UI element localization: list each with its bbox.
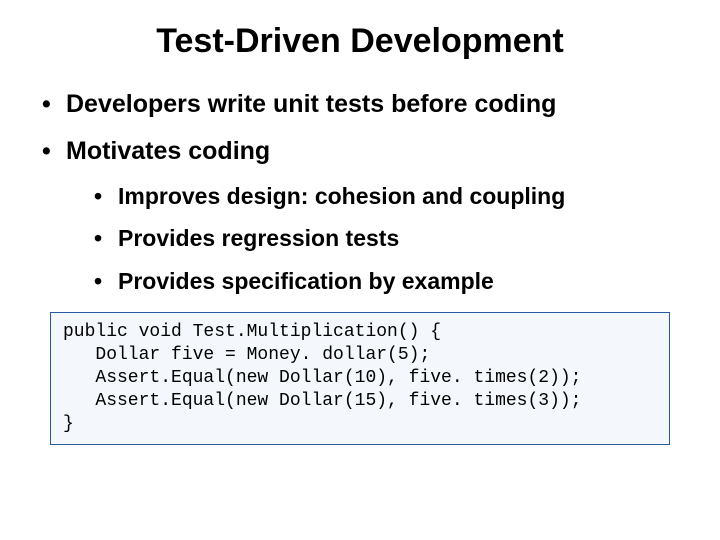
bullet-text: Motivates coding xyxy=(66,137,270,165)
bullet-item: Motivates coding Improves design: cohesi… xyxy=(40,136,684,296)
slide: Test-Driven Development Developers write… xyxy=(0,0,720,540)
code-example: public void Test.Multiplication() { Doll… xyxy=(50,312,670,445)
sub-bullet-item: Improves design: cohesion and coupling xyxy=(92,182,684,211)
slide-title: Test-Driven Development xyxy=(36,22,684,61)
bullet-text: Developers write unit tests before codin… xyxy=(66,90,556,118)
sub-bullet-list: Improves design: cohesion and coupling P… xyxy=(92,182,684,296)
bullet-item: Developers write unit tests before codin… xyxy=(40,89,684,120)
sub-bullet-item: Provides regression tests xyxy=(92,224,684,253)
bullet-list: Developers write unit tests before codin… xyxy=(40,89,684,296)
sub-bullet-item: Provides specification by example xyxy=(92,267,684,296)
